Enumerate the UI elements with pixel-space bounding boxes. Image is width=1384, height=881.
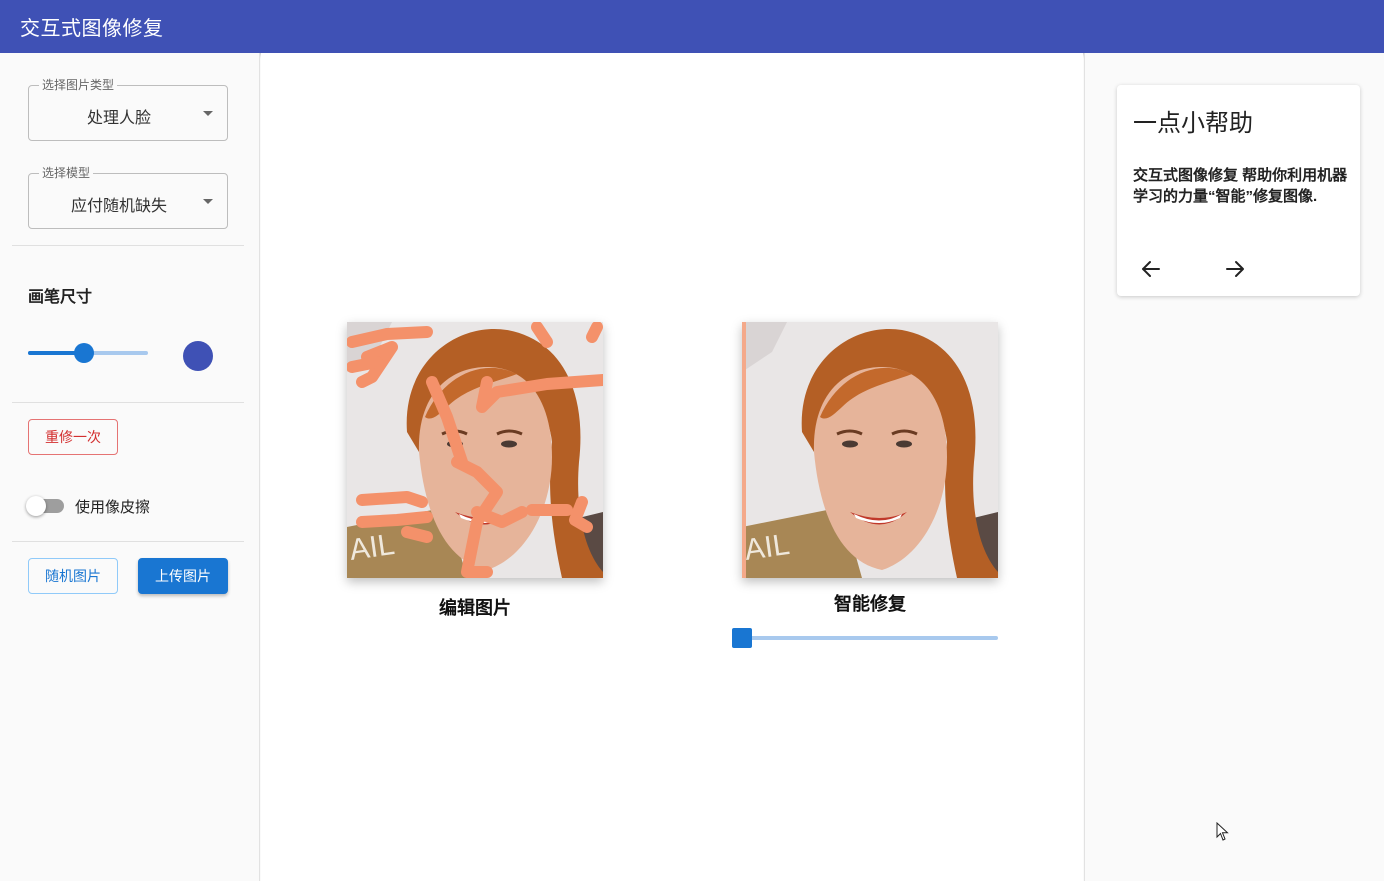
model-legend: 选择模型 [39, 166, 94, 180]
compare-divider-line [742, 322, 746, 578]
edit-canvas[interactable]: AIL [347, 322, 603, 578]
compare-slider[interactable] [732, 627, 998, 649]
mouse-cursor-icon [1216, 822, 1229, 841]
help-card: 一点小帮助 交互式图像修复 帮助你利用机器学习的力量“智能”修复图像. [1117, 85, 1360, 296]
chevron-down-icon [203, 111, 213, 116]
brush-preview-dot [183, 341, 213, 371]
eraser-toggle[interactable] [26, 496, 64, 516]
help-card-body: 交互式图像修复 帮助你利用机器学习的力量“智能”修复图像. [1133, 167, 1348, 205]
image-type-legend: 选择图片类型 [39, 78, 118, 92]
model-value: 应付随机缺失 [70, 198, 167, 215]
app-title: 交互式图像修复 [20, 18, 164, 40]
compare-slider-thumb[interactable] [732, 628, 752, 648]
app-bar: 交互式图像修复 [0, 0, 1384, 53]
arrow-right-icon[interactable] [1223, 257, 1247, 281]
arrow-left-icon[interactable] [1139, 257, 1163, 281]
brush-size-title: 画笔尺寸 [28, 289, 93, 306]
svg-text:AIL: AIL [347, 528, 396, 567]
brush-slider-thumb[interactable] [74, 343, 95, 363]
model-select[interactable]: 选择模型 应付随机缺失 [28, 166, 228, 229]
image-type-value: 处理人脸 [86, 110, 151, 127]
brush-size-slider[interactable] [28, 343, 148, 363]
divider [12, 541, 244, 542]
help-panel: 一点小帮助 交互式图像修复 帮助你利用机器学习的力量“智能”修复图像. [1084, 53, 1384, 881]
upload-image-button[interactable]: 上传图片 [138, 558, 228, 594]
control-sidebar: 选择图片类型 处理人脸 选择模型 应付随机缺失 画笔尺寸 重修一次 使用像皮擦 … [0, 53, 260, 881]
restored-image-caption: 智能修复 [834, 594, 906, 614]
divider [12, 245, 244, 246]
random-image-button[interactable]: 随机图片 [28, 558, 118, 594]
eraser-toggle-label: 使用像皮擦 [75, 499, 151, 516]
image-type-select[interactable]: 选择图片类型 处理人脸 [28, 78, 228, 141]
divider [12, 402, 244, 403]
help-card-title: 一点小帮助 [1133, 110, 1253, 137]
face-image-restored: AIL [742, 322, 998, 578]
face-image-masked: AIL [347, 322, 603, 578]
compare-slider-rail [742, 636, 998, 640]
restored-image: AIL [742, 322, 998, 578]
eraser-toggle-thumb [26, 496, 46, 516]
svg-text:AIL: AIL [742, 528, 791, 567]
chevron-down-icon [203, 199, 213, 204]
redo-button[interactable]: 重修一次 [28, 419, 118, 455]
workspace: AIL 编辑图片 AIL 智能修复 [261, 53, 1083, 881]
edit-image-caption: 编辑图片 [439, 598, 511, 618]
